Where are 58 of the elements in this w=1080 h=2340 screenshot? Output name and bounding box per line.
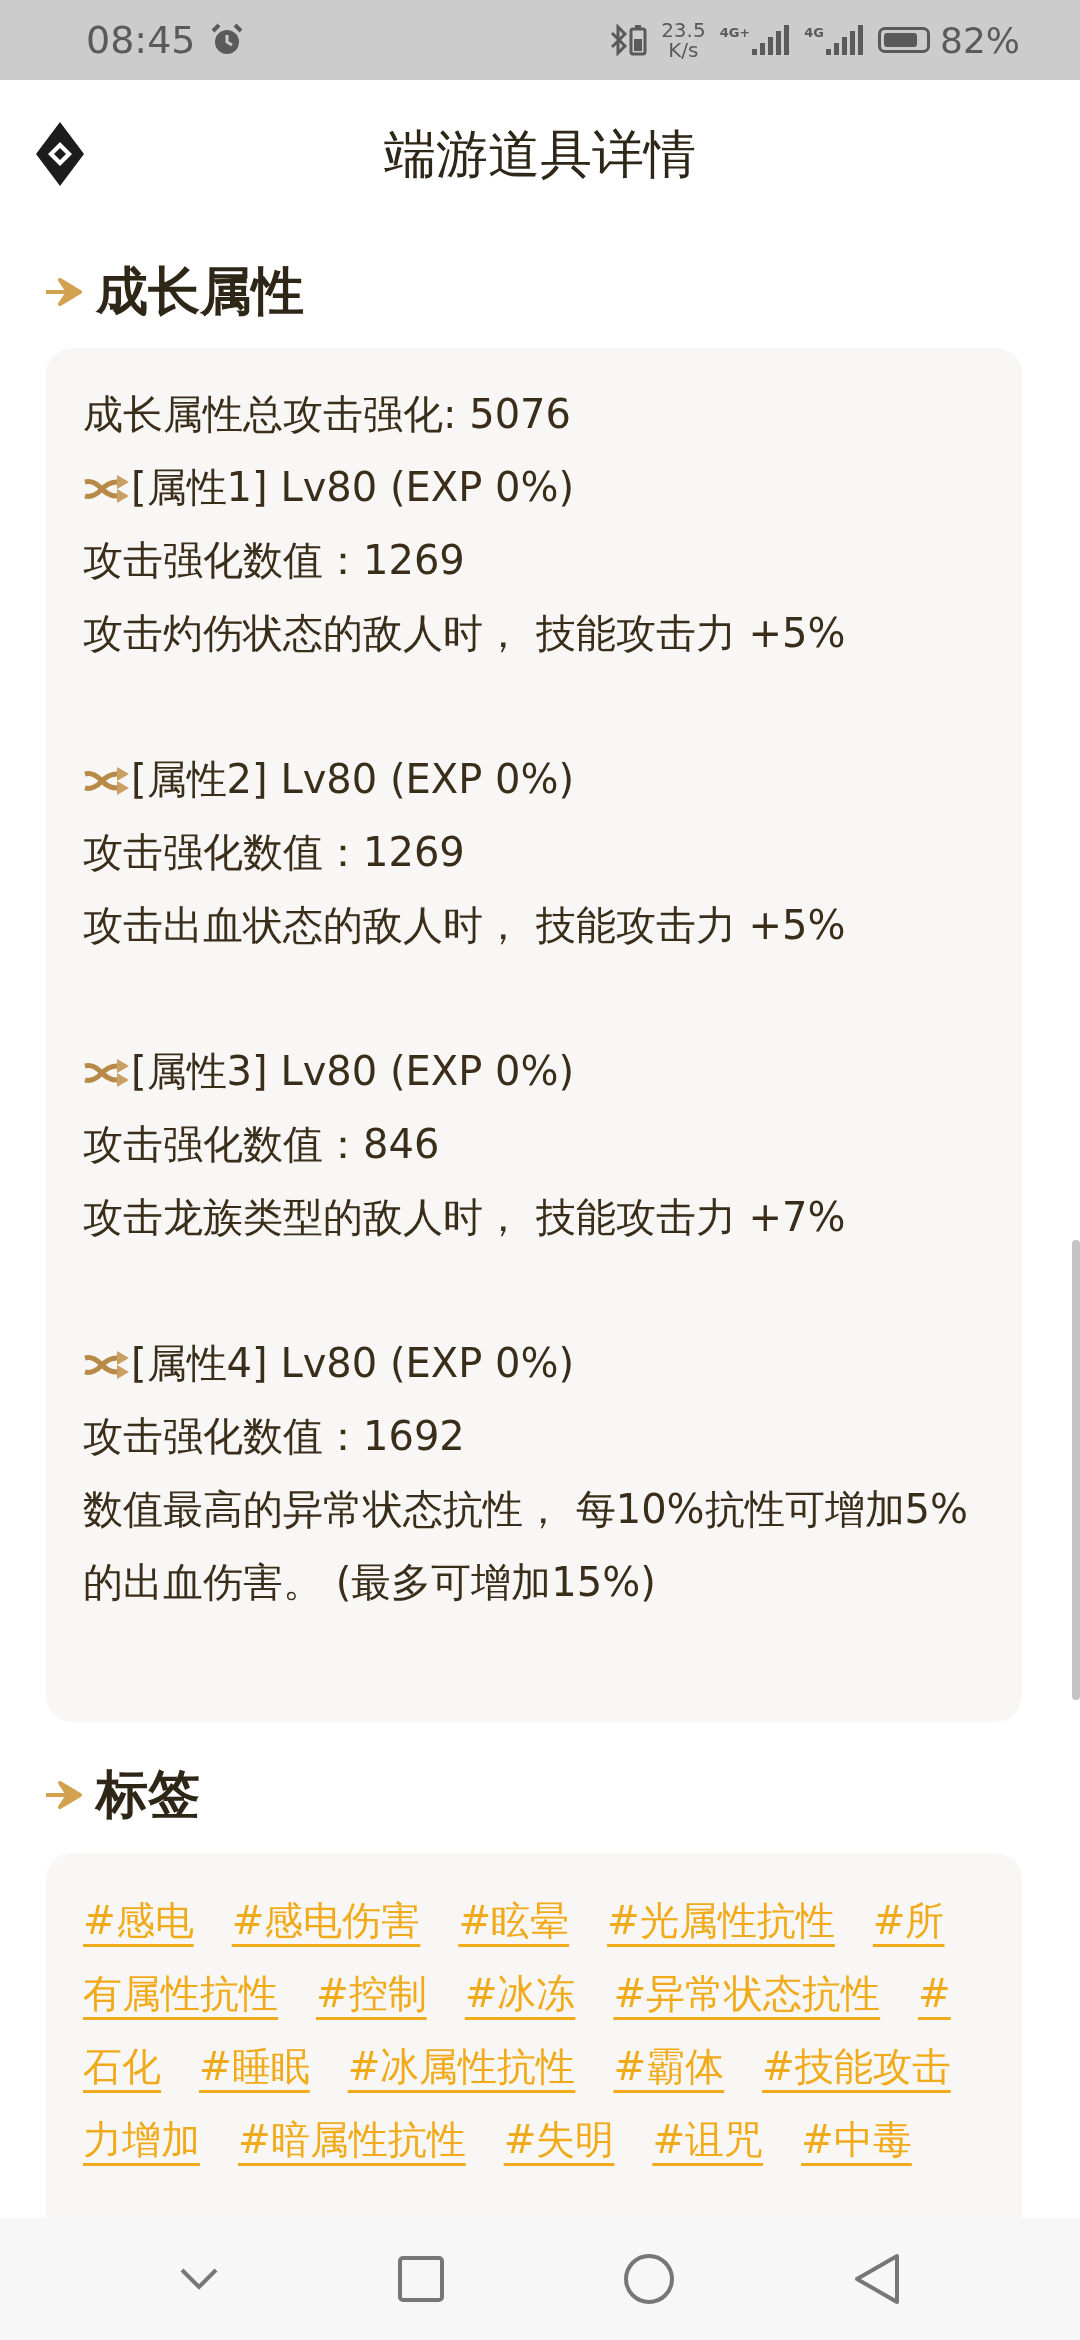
total-attack-text: 成长属性总攻击强化: 5076 bbox=[83, 390, 572, 439]
tag-link[interactable]: 力增加 bbox=[83, 2103, 200, 2176]
tag-link[interactable]: #诅咒 bbox=[652, 2103, 764, 2176]
attribute-effect: 数值最高的异常状态抗性， 每10%抗性可增加5%的出血伤害。 (最多可增加15%) bbox=[83, 1485, 970, 1607]
attribute-value: 攻击强化数值：1269 bbox=[83, 536, 466, 585]
attribute-effect: 攻击灼伤状态的敌人时， 技能攻击力 +5% bbox=[83, 609, 847, 658]
tag-link[interactable]: #暗属性抗性 bbox=[238, 2103, 466, 2176]
battery-icon bbox=[629, 24, 648, 56]
tag-link[interactable]: # bbox=[918, 1957, 951, 2030]
network-type: 4G bbox=[804, 25, 824, 40]
tag-link[interactable]: #光属性抗性 bbox=[607, 1884, 835, 1957]
page-title: 端游道具详情 bbox=[384, 123, 696, 186]
clock-time: 08:45 bbox=[86, 18, 196, 62]
scrollbar[interactable] bbox=[1072, 1240, 1080, 1700]
network-speed-unit: K/s bbox=[668, 40, 699, 60]
recents-icon[interactable] bbox=[397, 2255, 445, 2303]
shuffle-icon bbox=[83, 1350, 131, 1380]
network-speed: 23.5 bbox=[661, 20, 706, 40]
section-title: 标签 bbox=[96, 1763, 200, 1826]
attribute-header: [属性4] Lv80 (EXP 0%) bbox=[131, 1340, 575, 1386]
tag-link[interactable]: 有属性抗性 bbox=[83, 1957, 278, 2030]
battery-percent: 82% bbox=[940, 19, 1020, 61]
attribute-effect: 攻击龙族类型的敌人时， 技能攻击力 +7% bbox=[83, 1193, 847, 1242]
attribute-value: 攻击强化数值：1269 bbox=[83, 828, 466, 877]
attribute-header: [属性2] Lv80 (EXP 0%) bbox=[131, 756, 575, 802]
network-type: 4G+ bbox=[719, 25, 751, 40]
tag-link[interactable]: #霸体 bbox=[613, 2030, 725, 2103]
attribute-value: 攻击强化数值：1692 bbox=[83, 1412, 466, 1461]
tag-link[interactable]: #中毒 bbox=[801, 2103, 912, 2176]
tag-link[interactable]: #控制 bbox=[316, 1957, 427, 2030]
logo-icon[interactable] bbox=[34, 120, 86, 188]
tag-link[interactable]: #眩晕 bbox=[458, 1884, 570, 1957]
alarm-icon bbox=[209, 23, 244, 57]
tag-link[interactable]: #技能攻击 bbox=[762, 2030, 951, 2103]
collapse-icon[interactable] bbox=[179, 2267, 219, 2291]
tag-link[interactable]: #失明 bbox=[503, 2103, 615, 2176]
tag-link[interactable]: #睡眠 bbox=[199, 2030, 310, 2103]
tag-link[interactable]: #冰属性抗性 bbox=[347, 2030, 576, 2103]
attribute-header: [属性3] Lv80 (EXP 0%) bbox=[131, 1048, 575, 1094]
home-icon[interactable] bbox=[623, 2253, 675, 2305]
section-title: 成长属性 bbox=[96, 260, 304, 323]
attribute-effect: 攻击出血状态的敌人时， 技能攻击力 +5% bbox=[83, 901, 847, 950]
signal-icon bbox=[750, 25, 791, 55]
signal-icon bbox=[824, 25, 864, 55]
shuffle-icon bbox=[83, 766, 131, 796]
tag-link[interactable]: 石化 bbox=[83, 2030, 161, 2103]
shuffle-icon bbox=[83, 474, 131, 504]
tag-link[interactable]: #感电 bbox=[83, 1884, 194, 1957]
bluetooth-icon bbox=[609, 24, 630, 56]
back-icon[interactable] bbox=[853, 2253, 901, 2305]
shuffle-icon bbox=[83, 1058, 131, 1088]
tag-link[interactable]: #所 bbox=[872, 1884, 945, 1957]
attribute-header: [属性1] Lv80 (EXP 0%) bbox=[131, 464, 575, 510]
tag-link[interactable]: #冰冻 bbox=[464, 1957, 576, 2030]
tag-link[interactable]: #异常状态抗性 bbox=[613, 1957, 881, 2030]
attribute-value: 攻击强化数值：846 bbox=[83, 1120, 441, 1169]
tag-link[interactable]: #感电伤害 bbox=[231, 1884, 421, 1957]
battery-icon bbox=[878, 27, 930, 53]
